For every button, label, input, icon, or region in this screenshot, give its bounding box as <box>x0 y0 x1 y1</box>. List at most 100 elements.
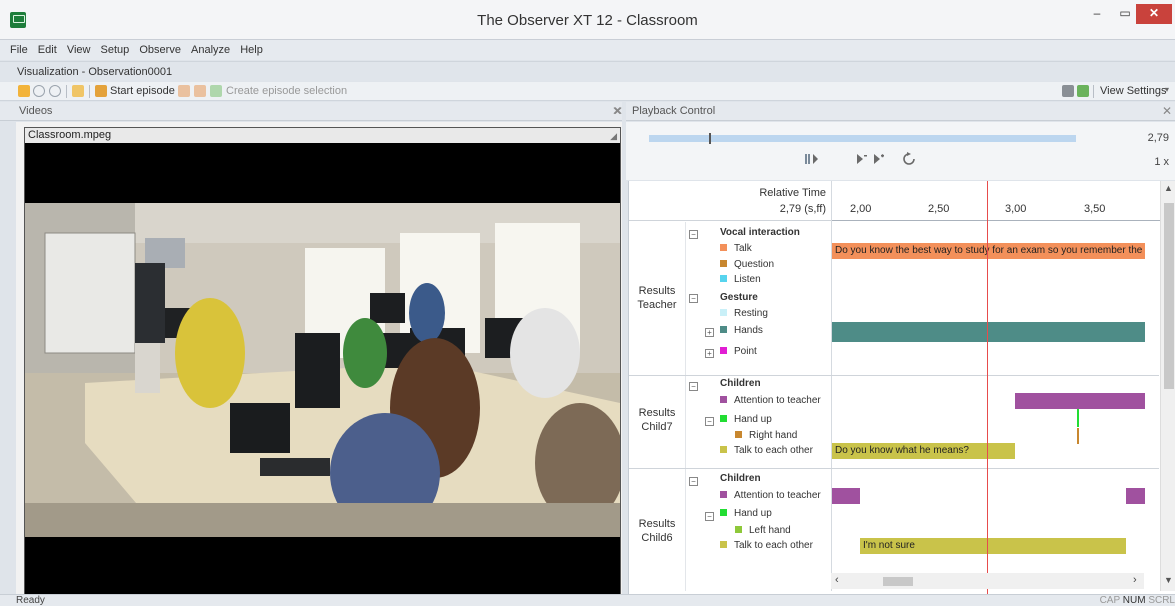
video-options-icon[interactable]: ◢ <box>610 129 617 144</box>
tree-row-hand-up: Hand up <box>720 414 772 428</box>
color-swatch <box>720 446 727 453</box>
videos-pane-header: Videos ✕ <box>0 102 622 121</box>
result-label-child7: Results Child7 <box>638 407 676 433</box>
timeline-ruler: Relative Time 2,79 (s,ff) 2,00 2,50 3,00… <box>629 181 1161 221</box>
expand-icon[interactable]: + <box>705 328 714 337</box>
edit-icon[interactable] <box>72 85 84 97</box>
camera-icon[interactable] <box>1062 85 1074 97</box>
videos-panel: Classroom.mpeg ◢ <box>16 122 622 606</box>
color-swatch <box>720 275 727 282</box>
view-settings-dropdown-icon[interactable]: ▾ <box>1165 85 1169 94</box>
video-titlebar: Classroom.mpeg ◢ <box>25 128 620 143</box>
collapse-icon[interactable]: − <box>689 477 698 486</box>
pause-icon[interactable] <box>803 151 819 167</box>
status-bar: Ready CAP NUM SCRL <box>0 594 1175 606</box>
start-episode-button[interactable]: Start episode <box>110 85 175 97</box>
expand-icon[interactable]: + <box>705 349 714 358</box>
maximize-button[interactable]: ▭ <box>1112 4 1138 24</box>
video-file-name: Classroom.mpeg <box>28 129 112 141</box>
close-button[interactable]: ✕ <box>1136 4 1172 24</box>
export-icon[interactable] <box>1077 85 1089 97</box>
color-swatch <box>720 491 727 498</box>
toolbar-divider <box>66 85 67 98</box>
collapse-icon[interactable]: − <box>689 294 698 303</box>
tree-row-talk-to-each-other: Talk to each other <box>720 540 813 554</box>
caps-lock-indicator: CAP <box>1099 595 1120 606</box>
vertical-scrollbar[interactable]: ▲ ▼ <box>1160 181 1175 591</box>
color-swatch <box>720 260 727 267</box>
playback-slider-thumb[interactable] <box>709 133 711 144</box>
color-swatch <box>720 396 727 403</box>
scroll-down-icon[interactable]: ▼ <box>1164 575 1173 585</box>
start-episode-icon[interactable] <box>95 85 107 97</box>
horizontal-scrollbar[interactable]: ‹ › <box>831 573 1144 589</box>
menu-setup[interactable]: Setup <box>101 40 130 60</box>
event-bar-right-hand[interactable] <box>1077 428 1079 444</box>
select-tool-icon[interactable] <box>18 85 30 97</box>
tree-row-children: Children <box>720 473 761 484</box>
tree-row-attention-to-teacher: Attention to teacher <box>720 395 821 409</box>
tick-label: 2,00 <box>850 203 872 215</box>
timeline-visualization: Relative Time 2,79 (s,ff) 2,00 2,50 3,00… <box>628 181 1175 606</box>
menu-bar: File Edit View Setup Observe Analyze Hel… <box>0 40 1175 60</box>
menu-view[interactable]: View <box>67 40 91 60</box>
scroll-up-icon[interactable]: ▲ <box>1164 183 1173 193</box>
ruler-ticks <box>831 220 1161 221</box>
event-bar-attention[interactable] <box>832 488 860 504</box>
menu-file[interactable]: File <box>10 40 28 60</box>
playback-close-icon[interactable]: ✕ <box>1162 102 1172 121</box>
scroll-left-icon[interactable]: ‹ <box>835 574 839 586</box>
status-keys: CAP NUM SCRL <box>1100 595 1175 606</box>
menu-analyze[interactable]: Analyze <box>191 40 230 60</box>
playback-slider[interactable] <box>649 135 1076 142</box>
playback-control: 2,79 1 x <box>626 122 1175 180</box>
tree-row-attention-to-teacher: Attention to teacher <box>720 490 821 504</box>
event-bar-hand-up[interactable] <box>1077 409 1079 427</box>
toolbar-divider <box>89 85 90 98</box>
step-back-icon[interactable] <box>853 151 869 167</box>
step-forward-icon[interactable] <box>871 151 887 167</box>
toolbar: Start episode Create episode selection V… <box>0 82 1175 101</box>
create-selection-icon[interactable] <box>210 85 222 97</box>
videos-pane-close-icon[interactable]: ✕ <box>613 102 623 121</box>
event-bar-hands[interactable] <box>832 322 1145 342</box>
time-cursor[interactable] <box>987 181 988 606</box>
visualization-tab[interactable]: Visualization - Observation0001 <box>0 61 1175 81</box>
scroll-right-icon[interactable]: › <box>1133 574 1137 586</box>
episode-next-icon[interactable] <box>194 85 206 97</box>
collapse-icon[interactable]: − <box>705 417 714 426</box>
video-frame <box>25 203 620 537</box>
collapse-icon[interactable]: − <box>689 382 698 391</box>
title-bar: The Observer XT 12 - Classroom – ▭ ✕ <box>0 0 1175 40</box>
event-bar-attention[interactable] <box>1126 488 1145 504</box>
collapse-icon[interactable]: − <box>689 230 698 239</box>
scroll-thumb[interactable] <box>1164 203 1174 389</box>
relative-time-value: 2,79 (s,ff) <box>779 203 826 215</box>
event-bar-attention[interactable] <box>1015 393 1145 409</box>
menu-observe[interactable]: Observe <box>139 40 181 60</box>
playback-pane-header: Playback Control ✕ ✕ <box>613 102 1175 121</box>
event-bar-talk-to-each-other[interactable]: I'm not sure <box>860 538 1126 554</box>
video-window[interactable]: Classroom.mpeg ◢ <box>24 127 621 606</box>
refresh-icon[interactable] <box>901 151 917 167</box>
color-swatch <box>735 431 742 438</box>
create-episode-selection-button[interactable]: Create episode selection <box>226 85 347 97</box>
collapse-icon[interactable]: − <box>705 512 714 521</box>
scroll-lock-indicator: SCRL <box>1148 595 1175 606</box>
menu-edit[interactable]: Edit <box>38 40 57 60</box>
scroll-thumb[interactable] <box>883 577 913 586</box>
zoom-out-icon[interactable] <box>49 85 61 97</box>
tree-row-vocal-interaction: Vocal interaction <box>720 227 800 238</box>
color-swatch <box>720 415 727 422</box>
event-bar-talk[interactable]: Do you know the best way to study for an… <box>832 243 1145 259</box>
tree-row-listen: Listen <box>720 274 761 288</box>
zoom-in-icon[interactable] <box>33 85 45 97</box>
playback-speed[interactable]: 1 x <box>1154 156 1169 168</box>
menu-help[interactable]: Help <box>240 40 263 60</box>
group-divider <box>629 468 1159 469</box>
playback-pane-title: Playback Control <box>632 105 716 117</box>
tree-row-children: Children <box>720 378 761 389</box>
minimize-button[interactable]: – <box>1084 4 1110 24</box>
view-settings-button[interactable]: View Settings <box>1100 85 1166 97</box>
episode-prev-icon[interactable] <box>178 85 190 97</box>
